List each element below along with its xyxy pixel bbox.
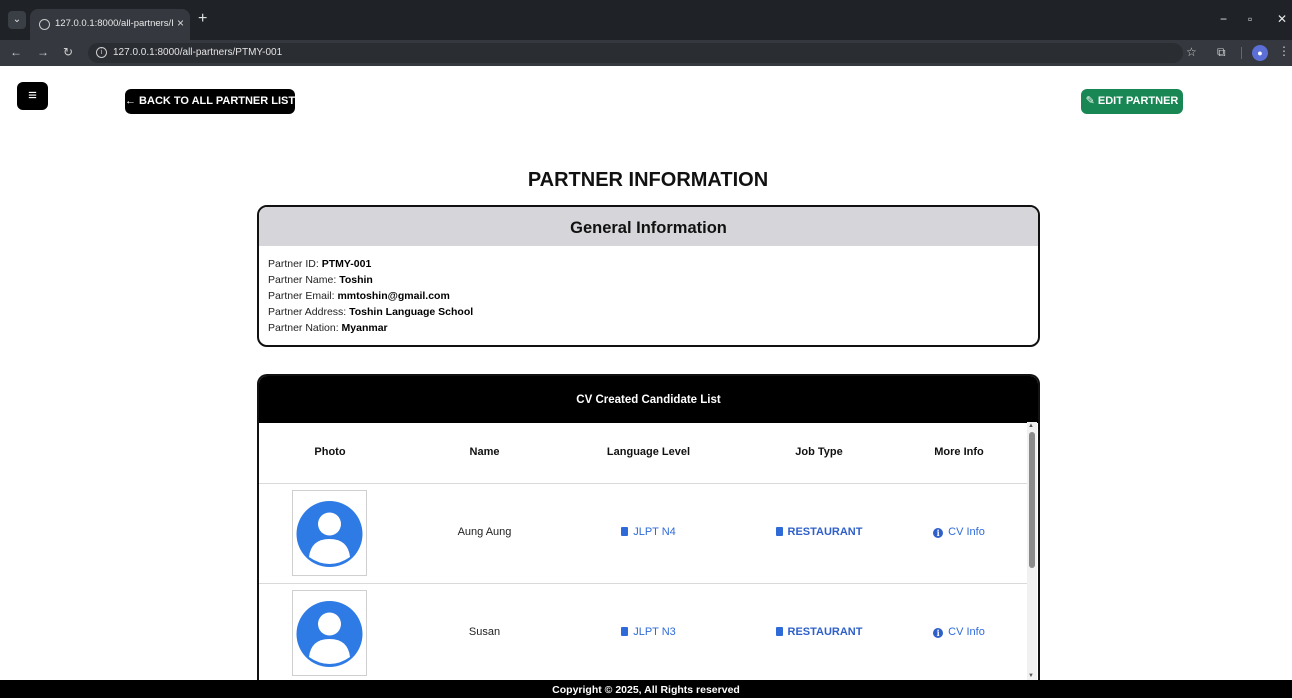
table-header-row: Photo Name Language Level Job Type More … [259, 423, 1029, 484]
partner-id-value: PTMY-001 [321, 258, 372, 270]
pdf-icon [621, 627, 629, 636]
partner-nation-row: Partner Nation: Myanmar [268, 320, 1029, 336]
job-type-text: RESTAURANT [787, 626, 863, 638]
cv-info-text: CV Info [948, 526, 985, 538]
edit-partner-label: EDIT PARTNER [1097, 95, 1179, 107]
general-information-body: Partner ID: PTMY-001 Partner Name: Toshi… [259, 246, 1038, 345]
more-options-icon[interactable]: ⋮ [1278, 44, 1290, 58]
partner-address-value: Toshin Language School [349, 306, 474, 318]
table-scrollbar[interactable]: ▲ ▼ [1027, 422, 1037, 680]
language-level-link[interactable]: JLPT N4 [586, 526, 711, 538]
avatar-icon [296, 601, 363, 667]
cv-info-text: CV Info [948, 626, 985, 638]
url-field[interactable]: i 127.0.0.1:8000/all-partners/PTMY-001 [88, 43, 1183, 63]
partner-name-label: Partner Name: [268, 274, 340, 286]
tab-search-icon[interactable]: ⌄ [8, 11, 26, 29]
table-row: Susan JLPT N3 RESTAURANT i CV Info [259, 584, 1029, 684]
page-title: PARTNER INFORMATION [527, 169, 769, 191]
cv-info-link[interactable]: i CV Info [909, 526, 1009, 538]
close-window-icon[interactable]: ✕ [1277, 12, 1287, 26]
general-information-title: General Information [259, 207, 1038, 246]
url-text: 127.0.0.1:8000/all-partners/PTMY-001 [113, 47, 283, 58]
partner-address-row: Partner Address: Toshin Language School [268, 304, 1029, 320]
hamburger-icon: ≡ [28, 87, 37, 104]
job-type-link[interactable]: RESTAURANT [769, 526, 869, 538]
reload-icon[interactable]: ↻ [63, 45, 73, 59]
language-level-text: JLPT N4 [633, 526, 676, 538]
browser-tab-bar: ⌄ 127.0.0.1:8000/all-partners/PTM × + − … [0, 0, 1292, 40]
candidate-name: Aung Aung [457, 526, 512, 538]
scrollbar-thumb[interactable] [1029, 432, 1035, 568]
new-tab-button[interactable]: + [198, 11, 207, 27]
candidate-photo [292, 490, 367, 576]
profile-avatar-icon[interactable]: ● [1252, 45, 1268, 61]
info-circle-icon: i [933, 628, 944, 638]
address-bar: ← → ↻ i 127.0.0.1:8000/all-partners/PTMY… [0, 40, 1292, 66]
partner-address-label: Partner Address: [268, 306, 350, 318]
general-information-card: General Information Partner ID: PTMY-001… [257, 205, 1040, 347]
cv-info-link[interactable]: i CV Info [909, 626, 1009, 638]
column-header-photo: Photo [314, 446, 346, 458]
column-header-job-type: Job Type [795, 446, 843, 458]
document-icon [775, 527, 783, 536]
toolbar-divider [1241, 47, 1242, 59]
forward-icon[interactable]: → [37, 45, 49, 59]
restore-icon[interactable]: ▫ [1248, 12, 1252, 26]
copyright-text: Copyright © 2025, All Rights reserved [552, 684, 740, 696]
tab-title: 127.0.0.1:8000/all-partners/PTM [55, 18, 173, 29]
partner-nation-value: Myanmar [341, 322, 388, 334]
edit-partner-button[interactable]: ✎ EDIT PARTNER [1081, 89, 1183, 114]
column-header-language-level: Language Level [606, 446, 691, 458]
language-level-link[interactable]: JLPT N3 [586, 626, 711, 638]
avatar-icon [296, 501, 363, 567]
table-row: Aung Aung JLPT N4 RESTAURANT i CV Info [259, 484, 1029, 584]
partner-id-label: Partner ID: [268, 258, 322, 270]
extensions-icon[interactable]: ⧉ [1217, 45, 1226, 60]
column-header-name: Name [469, 446, 500, 458]
column-header-more-info: More Info [934, 446, 984, 458]
partner-name-row: Partner Name: Toshin [268, 272, 1029, 288]
partner-email-value: mmtoshin@gmail.com [337, 290, 450, 302]
globe-icon [39, 19, 50, 30]
job-type-text: RESTAURANT [787, 526, 863, 538]
site-info-icon[interactable]: i [96, 47, 107, 58]
pdf-icon [621, 527, 629, 536]
partner-id-row: Partner ID: PTMY-001 [268, 256, 1029, 272]
info-circle-icon: i [933, 528, 944, 538]
bookmark-star-icon[interactable]: ☆ [1186, 45, 1197, 59]
back-icon[interactable]: ← [10, 45, 22, 59]
scroll-up-icon[interactable]: ▲ [1028, 423, 1034, 429]
partner-email-row: Partner Email: mmtoshin@gmail.com [268, 288, 1029, 304]
document-icon [775, 627, 783, 636]
partner-email-label: Partner Email: [268, 290, 338, 302]
back-to-partner-list-button[interactable]: ← BACK TO ALL PARTNER LIST [125, 89, 295, 114]
pencil-icon: ✎ [1085, 95, 1095, 107]
language-level-text: JLPT N3 [633, 626, 676, 638]
browser-tab[interactable]: 127.0.0.1:8000/all-partners/PTM × [30, 9, 190, 40]
scroll-down-icon[interactable]: ▼ [1028, 673, 1034, 679]
footer: Copyright © 2025, All Rights reserved [0, 680, 1292, 698]
menu-button[interactable]: ≡ [17, 82, 48, 110]
candidate-name: Susan [468, 626, 501, 638]
candidate-photo [292, 590, 367, 676]
cv-candidate-list-card: CV Created Candidate List Photo Name Lan… [257, 374, 1040, 684]
cv-candidate-table: Photo Name Language Level Job Type More … [259, 423, 1029, 684]
partner-name-value: Toshin [339, 274, 373, 286]
close-tab-icon[interactable]: × [177, 16, 184, 30]
partner-nation-label: Partner Nation: [268, 322, 342, 334]
minimize-icon[interactable]: − [1220, 12, 1227, 26]
cv-list-title: CV Created Candidate List [259, 376, 1038, 423]
job-type-link[interactable]: RESTAURANT [769, 626, 869, 638]
